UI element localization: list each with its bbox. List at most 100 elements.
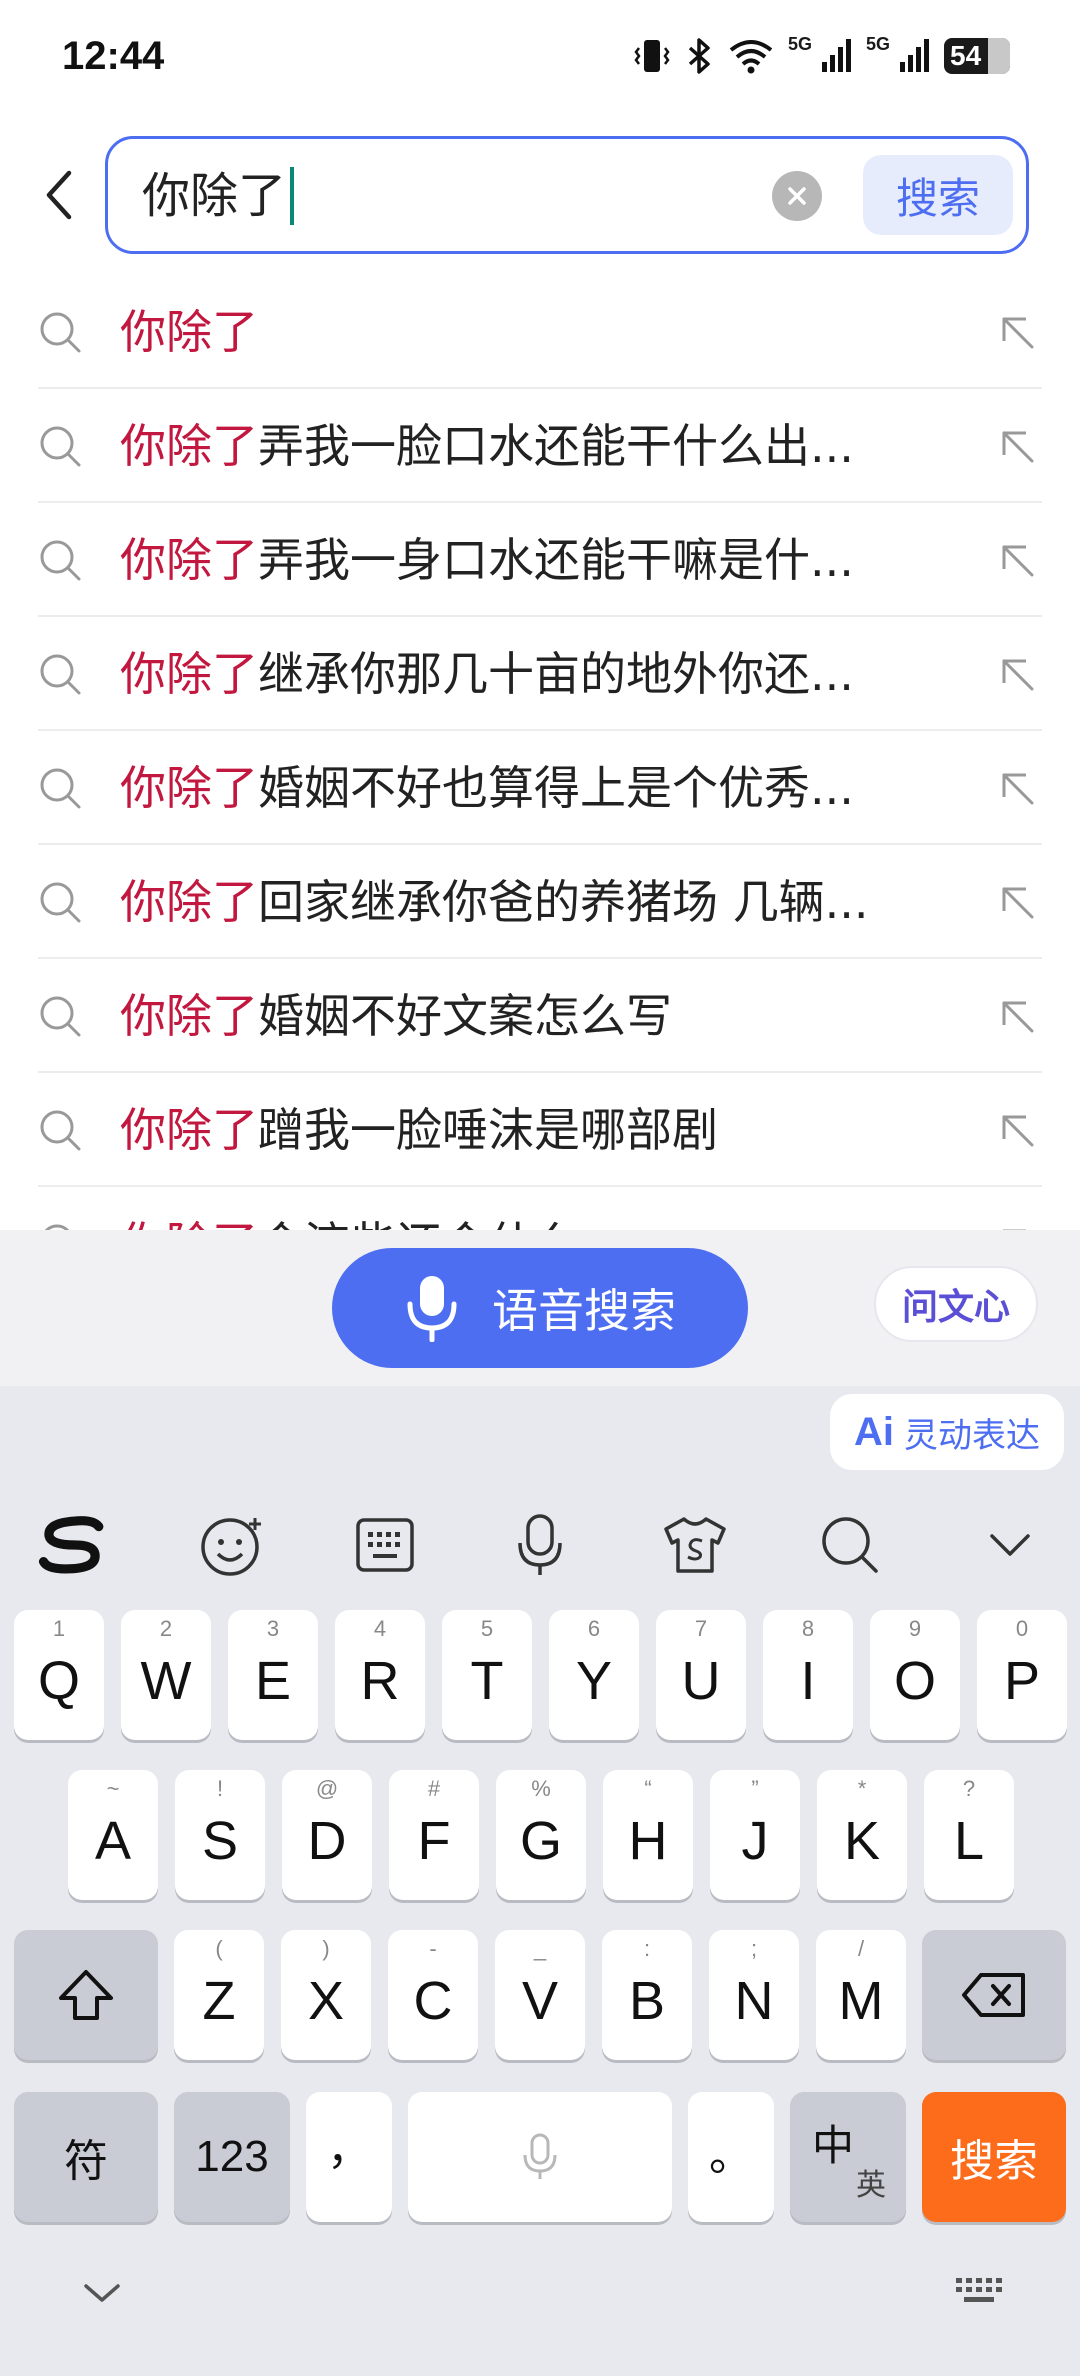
key-i[interactable]: 8I — [763, 1610, 853, 1740]
keyboard-switch-icon[interactable] — [954, 2274, 1004, 2312]
suggestion-highlight: 你除了 — [120, 989, 258, 1043]
fill-query-arrow-icon[interactable] — [998, 427, 1036, 465]
suggestion-text: 你除了蹭我一脸唾沫是哪部剧 — [120, 1099, 718, 1161]
skin-shirt-icon[interactable] — [660, 1510, 730, 1580]
key-e[interactable]: 3E — [228, 1610, 318, 1740]
key-k[interactable]: * K — [817, 1770, 907, 1900]
key-label: U — [681, 1651, 721, 1711]
lingdong-expression-button[interactable]: Ai 灵动表达 — [830, 1394, 1064, 1470]
key-n[interactable]: ; N — [709, 1930, 799, 2060]
symbols-key[interactable]: 符 — [14, 2092, 158, 2222]
key-f[interactable]: # F — [389, 1770, 479, 1900]
network-type-1: 5G — [787, 33, 812, 54]
key-d[interactable]: @ D — [282, 1770, 372, 1900]
search-button[interactable]: 搜索 — [863, 155, 1013, 235]
shift-key[interactable] — [14, 1930, 158, 2060]
suggestion-item[interactable]: 你除了弄我一身口水还能干嘛是什... — [38, 503, 1042, 617]
search-icon — [40, 1110, 81, 1151]
key-r[interactable]: 4R — [335, 1610, 425, 1740]
suggestion-highlight: 你除了 — [120, 1103, 258, 1157]
suggestion-item[interactable]: 你除了弄我一脸口水还能干什么出... — [38, 389, 1042, 503]
key-label: M — [838, 1971, 884, 2031]
numbers-key[interactable]: 123 — [174, 2092, 290, 2222]
symbols-key-label: 符 — [64, 2136, 108, 2187]
key-label: E — [254, 1651, 292, 1711]
hide-keyboard-chevron-icon[interactable] — [80, 2278, 124, 2312]
suggestion-text: 你除了婚姻不好也算得上是个优秀... — [120, 757, 854, 819]
fill-query-arrow-icon[interactable] — [998, 313, 1036, 351]
fill-query-arrow-icon[interactable] — [998, 769, 1036, 807]
wenxin-button[interactable]: 问文心 — [874, 1266, 1038, 1342]
key-x[interactable]: ) X — [281, 1930, 371, 2060]
fill-query-arrow-icon[interactable] — [998, 997, 1036, 1035]
suggestion-highlight: 你除了 — [120, 761, 258, 815]
key-label: G — [519, 1811, 562, 1871]
collapse-chevron-icon[interactable] — [975, 1510, 1045, 1580]
backspace-icon — [962, 1973, 1025, 2017]
key-a[interactable]: ~ A — [68, 1770, 158, 1900]
status-bar: 12:44 5G 5G 54 — [0, 0, 1080, 120]
search-icon — [44, 1224, 70, 1230]
status-time: 12:44 — [62, 34, 165, 78]
suggestion-item[interactable]: 你除了婚姻不好也算得上是个优秀... — [38, 731, 1042, 845]
back-button[interactable] — [34, 160, 82, 230]
enter-search-key[interactable]: 搜索 — [922, 2092, 1066, 2222]
key-h[interactable]: “H — [603, 1770, 693, 1900]
key-p[interactable]: 0P — [977, 1610, 1067, 1740]
voice-search-button[interactable]: 语音搜索 — [332, 1248, 748, 1368]
microphone-icon[interactable] — [505, 1510, 575, 1580]
key-label: J — [741, 1811, 769, 1871]
suggestion-item[interactable]: 你除了回家继承你爸的养猪场 几辆... — [38, 845, 1042, 959]
key-s[interactable]: ! S — [175, 1770, 265, 1900]
key-label: Z — [202, 1971, 236, 2031]
key-secondary-label: 7 — [694, 1616, 708, 1641]
key-q[interactable]: 1Q — [14, 1610, 104, 1740]
suggestion-item[interactable]: 你除了婚姻不好文案怎么写 — [38, 959, 1042, 1073]
key-o[interactable]: 9O — [870, 1610, 960, 1740]
key-secondary-label: / — [857, 1936, 865, 1961]
suggestion-text: 你除了回家继承你爸的养猪场 几辆... — [120, 871, 869, 933]
key-l[interactable]: ? L — [924, 1770, 1014, 1900]
suggestion-item[interactable]: 你除了 — [38, 275, 1042, 389]
sogou-logo-icon[interactable] — [38, 1510, 108, 1580]
suggestion-item[interactable]: 你除了蹭我一脸唾沫是哪部剧 — [38, 1073, 1042, 1187]
suggestion-item[interactable]: 你除了继承你那几十亩的地外你还... — [38, 617, 1042, 731]
language-switch-key[interactable]: 中 英 — [790, 2092, 906, 2222]
period-key[interactable]: 。 — [688, 2092, 774, 2222]
suggestion-rest: 弄我一脸口水还能干什么出... — [258, 419, 854, 473]
fill-query-arrow-icon[interactable] — [998, 883, 1036, 921]
emoji-icon[interactable] — [197, 1510, 267, 1580]
search-input[interactable]: 你除了 — [142, 163, 295, 229]
key-secondary-label: ! — [216, 1776, 224, 1801]
search-icon[interactable] — [815, 1510, 885, 1580]
key-v[interactable]: _ V — [495, 1930, 585, 2060]
key-u[interactable]: 7U — [656, 1610, 746, 1740]
key-m[interactable]: / M — [816, 1930, 906, 2060]
key-g[interactable]: % G — [496, 1770, 586, 1900]
key-j[interactable]: ” J — [710, 1770, 800, 1900]
key-y[interactable]: 6Y — [549, 1610, 639, 1740]
shift-icon — [59, 1970, 113, 2020]
key-c[interactable]: -C — [388, 1930, 478, 2060]
key-secondary-label: ( — [215, 1936, 223, 1961]
space-key[interactable] — [408, 2092, 672, 2222]
lingdong-label: 灵动表达 — [904, 1415, 1040, 1456]
wifi-icon — [728, 36, 774, 76]
fill-query-arrow-icon[interactable] — [998, 655, 1036, 693]
key-w[interactable]: 2W — [121, 1610, 211, 1740]
suggestion-rest: 婚姻不好也算得上是个优秀... — [258, 761, 854, 815]
key-b[interactable]: :B — [602, 1930, 692, 2060]
key-secondary-label: : — [643, 1936, 651, 1961]
fill-query-arrow-icon[interactable] — [998, 1111, 1036, 1149]
fill-query-arrow-icon[interactable] — [998, 541, 1036, 579]
comma-key[interactable]: ， — [306, 2092, 392, 2222]
key-z[interactable]: (Z — [174, 1930, 264, 2060]
clear-button[interactable] — [772, 171, 822, 221]
keyboard-layout-icon[interactable] — [350, 1510, 420, 1580]
backspace-key[interactable] — [922, 1930, 1066, 2060]
search-box[interactable]: 你除了 搜索 — [105, 136, 1029, 254]
key-t[interactable]: 5T — [442, 1610, 532, 1740]
suggestion-item[interactable]: 你除了会流些还会什么 — [38, 1187, 1042, 1230]
key-secondary-label: - — [429, 1936, 437, 1961]
key-label: L — [953, 1811, 985, 1871]
